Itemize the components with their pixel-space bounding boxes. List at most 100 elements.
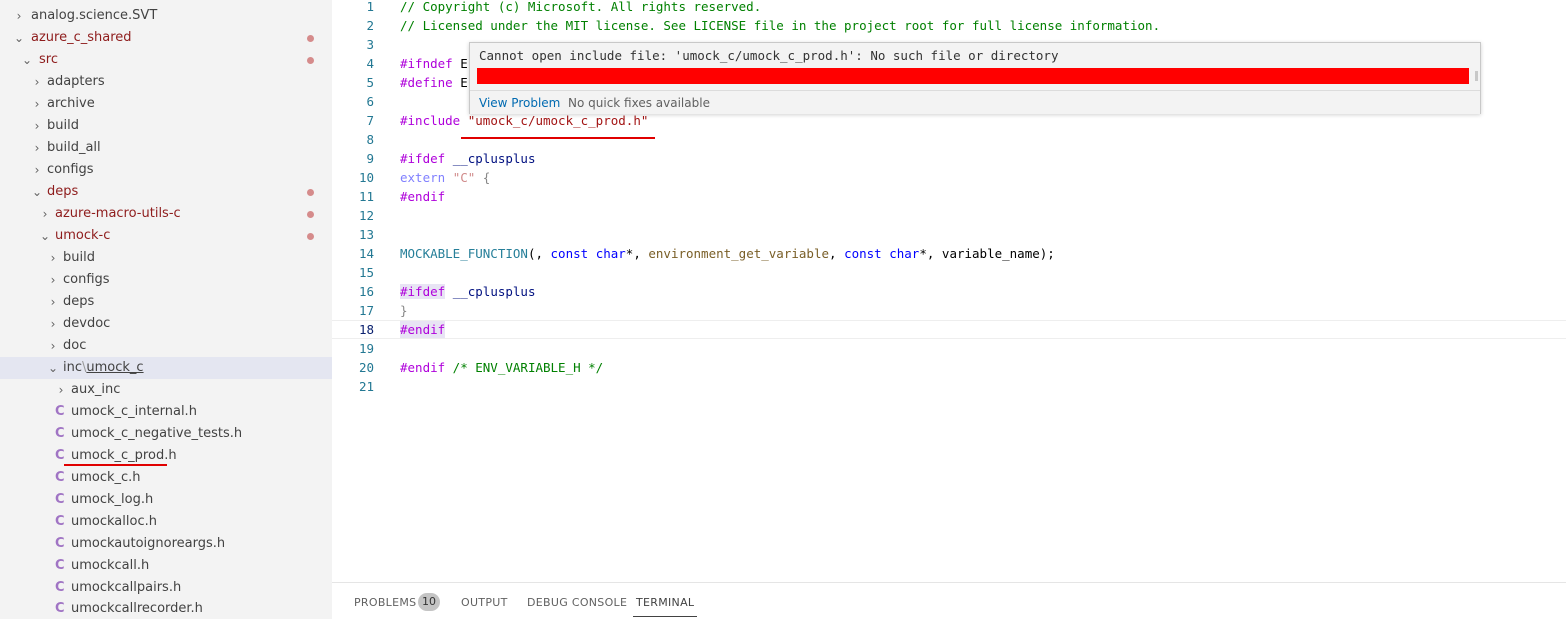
tree-item-label: src [39, 52, 58, 67]
modified-dot-icon [307, 211, 314, 218]
code-token: *, [625, 246, 649, 261]
line-number: 17 [358, 303, 374, 318]
keyword: extern [400, 170, 446, 185]
code-text: extern "C" { [400, 168, 490, 187]
tree-item-configs[interactable]: › configs [0, 269, 332, 291]
tree-item-src[interactable]: ⌄ src [0, 49, 332, 71]
chevron-right-icon: › [42, 207, 48, 221]
tree-item-label: deps [47, 184, 79, 199]
line-number: 5 [366, 75, 374, 90]
chevron-right-icon: › [34, 163, 40, 177]
tree-item-adapters[interactable]: › adapters [0, 71, 332, 93]
tree-item-label: aux_inc [71, 382, 121, 397]
chevron-right-icon: › [50, 295, 56, 309]
tree-file-umock-c[interactable]: C umock_c.h [0, 467, 332, 489]
macro-identifier: __cplusplus [452, 151, 536, 166]
problems-count-badge: 10 [418, 593, 440, 611]
tree-file-umockautoignoreargs[interactable]: C umockautoignoreargs.h [0, 533, 332, 555]
modified-dot-icon [307, 189, 314, 196]
code-text: #ifdef __cplusplus [400, 149, 535, 168]
code-line: 11 #endif [332, 187, 1566, 206]
preprocessor-keyword: #include [400, 113, 461, 128]
line-number: 15 [358, 265, 374, 280]
code-text: MOCKABLE_FUNCTION(, const char*, environ… [400, 244, 1055, 263]
tree-file-umockcallrecorder[interactable]: C umockcallrecorder.h [0, 598, 332, 619]
tree-item-aux-inc[interactable]: › aux_inc [0, 379, 332, 401]
code-line: 15 [332, 263, 1566, 282]
chevron-right-icon: › [58, 383, 64, 397]
line-number: 20 [358, 360, 374, 375]
c-file-icon: C [55, 558, 65, 573]
tree-item-deps[interactable]: › deps [0, 291, 332, 313]
chevron-down-icon: ⌄ [13, 31, 25, 45]
modified-dot-icon [307, 57, 314, 64]
line-number: 12 [358, 208, 374, 223]
tree-file-umockalloc[interactable]: C umockalloc.h [0, 511, 332, 533]
keyword: char [889, 246, 920, 261]
code-token: *, [919, 246, 942, 261]
chevron-right-icon: › [16, 9, 22, 23]
tree-item-analog-science-svt[interactable]: › analog.science.SVT [0, 5, 332, 27]
line-number: 13 [358, 227, 374, 242]
tab-problems[interactable]: PROBLEMS [354, 596, 416, 609]
tree-item-build-all[interactable]: › build_all [0, 137, 332, 159]
line-number: 18 [358, 322, 374, 337]
chevron-right-icon: › [34, 141, 40, 155]
line-number: 11 [358, 189, 374, 204]
tree-file-umockcallpairs[interactable]: C umockcallpairs.h [0, 577, 332, 599]
preprocessor-keyword: #ifdef [400, 151, 446, 166]
tree-item-configs[interactable]: › configs [0, 159, 332, 181]
tab-debug-console[interactable]: DEBUG CONSOLE [527, 596, 627, 609]
tree-item-label: doc [63, 338, 87, 353]
code-line: 9 #ifdef __cplusplus [332, 149, 1566, 168]
tree-item-build[interactable]: › build [0, 247, 332, 269]
include-path-string[interactable]: "umock_c/umock_c_prod.h" [468, 113, 649, 128]
code-comment: /* ENV_VARIABLE_H */ [445, 360, 604, 375]
tree-item-label: azure_c_shared [31, 30, 132, 45]
tree-item-label: deps [63, 294, 95, 309]
chevron-down-icon: ⌄ [31, 185, 43, 199]
tab-output[interactable]: OUTPUT [461, 596, 508, 609]
code-line-current: 18 #endif [332, 320, 1566, 339]
tree-item-devdoc[interactable]: › devdoc [0, 313, 332, 335]
tree-item-label: umock_c_negative_tests.h [71, 426, 243, 441]
tree-item-label: build [63, 250, 95, 265]
tree-item-inc-umock-c[interactable]: ⌄ inc\umock_c [0, 357, 332, 379]
tree-file-umock-log[interactable]: C umock_log.h [0, 489, 332, 511]
chevron-right-icon: › [34, 119, 40, 133]
hover-scrollbar[interactable] [1475, 71, 1478, 81]
tree-file-umockcall[interactable]: C umockcall.h [0, 555, 332, 577]
tree-item-azure-c-shared[interactable]: ⌄ azure_c_shared [0, 27, 332, 49]
c-file-icon: C [55, 426, 65, 441]
tree-file-umock-c-internal[interactable]: C umock_c_internal.h [0, 401, 332, 423]
c-file-icon: C [55, 601, 65, 616]
error-message: Cannot open include file: 'umock_c/umock… [479, 48, 1059, 63]
tab-terminal[interactable]: TERMINAL [632, 596, 698, 617]
tree-item-umock-c[interactable]: ⌄ umock-c [0, 225, 332, 247]
preprocessor-keyword: #endif [400, 321, 446, 338]
code-line: 16 #ifdef __cplusplus [332, 282, 1566, 301]
macro-identifier: __cplusplus [452, 284, 536, 299]
code-token: ); [1039, 246, 1055, 261]
no-quick-fixes-label: No quick fixes available [568, 96, 710, 110]
code-token: } [400, 303, 408, 318]
chevron-down-icon: ⌄ [47, 361, 59, 375]
tree-item-doc[interactable]: › doc [0, 335, 332, 357]
tree-file-umock-c-negative-tests[interactable]: C umock_c_negative_tests.h [0, 423, 332, 445]
tree-item-archive[interactable]: › archive [0, 93, 332, 115]
tree-item-build[interactable]: › build [0, 115, 332, 137]
tree-item-deps[interactable]: ⌄ deps [0, 181, 332, 203]
preprocessor-keyword: #ifndef [400, 56, 453, 71]
tree-item-label-part: inc [63, 360, 82, 375]
tree-item-label: umockcallpairs.h [71, 580, 182, 595]
code-line: 17 } [332, 301, 1566, 320]
code-line: 20 #endif /* ENV_VARIABLE_H */ [332, 358, 1566, 377]
tree-item-label: umockautoignoreargs.h [71, 536, 226, 551]
view-problem-link[interactable]: View Problem [479, 96, 560, 110]
tree-item-azure-macro-utils-c[interactable]: › azure-macro-utils-c [0, 203, 332, 225]
tree-item-label: inc\umock_c [63, 357, 144, 379]
c-file-icon: C [55, 404, 65, 419]
tree-item-label: azure-macro-utils-c [55, 206, 181, 221]
line-number: 8 [366, 132, 374, 147]
code-text: #endif /* ENV_VARIABLE_H */ [400, 358, 603, 377]
